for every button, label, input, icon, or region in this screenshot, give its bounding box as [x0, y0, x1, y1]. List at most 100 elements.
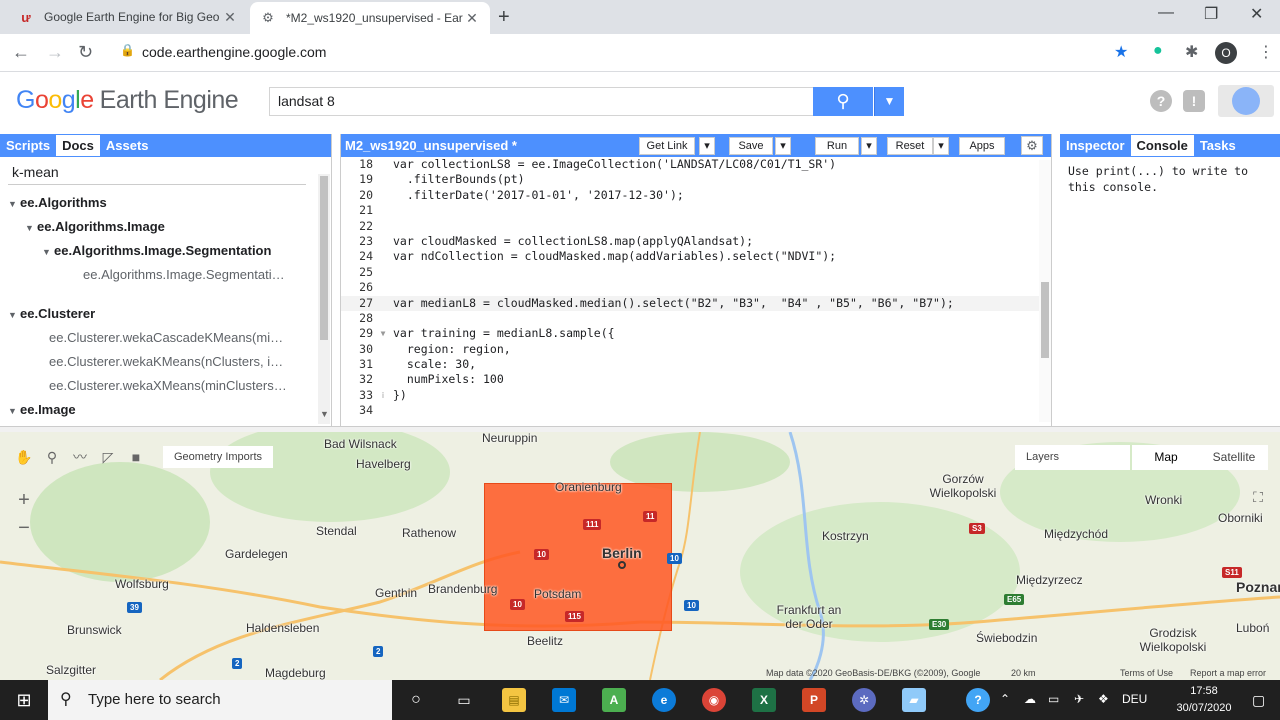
editor-scrollbar[interactable]: [1039, 160, 1051, 422]
code-line[interactable]: 25: [341, 265, 1041, 280]
scroll-thumb[interactable]: [320, 176, 328, 340]
feedback-icon[interactable]: !: [1183, 90, 1205, 112]
minimize-icon[interactable]: —: [1158, 4, 1174, 22]
get-link-button[interactable]: Get Link: [639, 137, 695, 155]
scroll-down-icon[interactable]: ▼: [320, 409, 329, 419]
code-line[interactable]: 22: [341, 219, 1041, 234]
back-icon[interactable]: ←: [12, 42, 30, 63]
menu-dots-icon[interactable]: ⋮: [1258, 42, 1274, 62]
new-tab-button[interactable]: +: [498, 6, 510, 29]
line-draw-icon[interactable]: 〰: [70, 447, 90, 467]
code-line[interactable]: 23 var cloudMasked = collectionLS8.map(ap…: [341, 234, 1041, 249]
lock-icon[interactable]: 🔒: [120, 43, 135, 57]
code-line[interactable]: 31 scale: 30,: [341, 357, 1041, 372]
app-icon[interactable]: ✲: [852, 688, 876, 712]
docs-tree-item[interactable]: ee.Algorithms.Image.Segmentati…: [0, 263, 310, 287]
docs-filter-input[interactable]: k-mean: [8, 161, 306, 185]
code-line[interactable]: 32 numPixels: 100: [341, 372, 1041, 387]
cloud-icon[interactable]: ☁: [1024, 692, 1036, 706]
apps-button[interactable]: Apps: [959, 137, 1005, 155]
bookmark-star-icon[interactable]: ★: [1114, 42, 1128, 62]
file-explorer-icon[interactable]: ▤: [502, 688, 526, 712]
code-line[interactable]: 30 region: region,: [341, 342, 1041, 357]
code-line[interactable]: 33 ⅰ}): [341, 388, 1041, 403]
dropbox-icon[interactable]: ❖: [1098, 692, 1109, 706]
ee-logo[interactable]: Google Earth Engine: [16, 86, 239, 115]
pan-hand-icon[interactable]: ✋: [14, 447, 34, 467]
user-avatar-button[interactable]: [1218, 85, 1274, 117]
point-marker-icon[interactable]: ⚲: [42, 447, 62, 467]
grammarly-icon[interactable]: ●: [1153, 42, 1163, 60]
help-icon[interactable]: ?: [1150, 90, 1172, 112]
get-link-dropdown[interactable]: ▾: [699, 137, 715, 155]
reset-button[interactable]: Reset: [887, 137, 933, 155]
profile-avatar[interactable]: O: [1215, 42, 1237, 64]
docs-tree-item[interactable]: ▼ ee.Algorithms: [0, 191, 310, 215]
tray-up-arrow-icon[interactable]: ⌃: [1000, 692, 1010, 706]
app-icon[interactable]: ▰: [902, 688, 926, 712]
code-area[interactable]: 18 var collectionLS8 = ee.ImageCollection…: [341, 157, 1041, 419]
notifications-icon[interactable]: ▢: [1252, 692, 1265, 709]
code-line[interactable]: 26: [341, 280, 1041, 295]
code-line[interactable]: 19 .filterBounds(pt): [341, 172, 1041, 187]
docs-scrollbar[interactable]: [318, 174, 330, 424]
layers-button[interactable]: Layers: [1015, 445, 1130, 470]
fullscreen-icon[interactable]: ⛶: [1248, 489, 1268, 509]
map-type-map-button[interactable]: Map: [1132, 445, 1200, 470]
network-icon[interactable]: ▭: [1048, 692, 1059, 706]
terms-link[interactable]: Terms of Use: [1120, 668, 1173, 678]
docs-tree-item[interactable]: ee.Clusterer.wekaXMeans(minClusters…: [0, 374, 310, 398]
restore-icon[interactable]: ❐: [1204, 4, 1218, 24]
settings-gear-icon[interactable]: ⚙: [1021, 136, 1043, 155]
search-dropdown-button[interactable]: ▼: [874, 87, 904, 116]
reset-dropdown[interactable]: ▾: [933, 137, 949, 155]
app-icon[interactable]: A: [602, 688, 626, 712]
code-line[interactable]: 18 var collectionLS8 = ee.ImageCollection…: [341, 157, 1041, 172]
task-view-icon[interactable]: ▭: [452, 688, 476, 712]
zoom-out-button[interactable]: −: [12, 517, 36, 541]
docs-tree-item[interactable]: ▼ ee.Clusterer: [0, 302, 310, 326]
extensions-puzzle-icon[interactable]: ✱: [1185, 42, 1198, 62]
system-clock[interactable]: 17:58 30/07/2020: [1168, 683, 1240, 717]
close-tab-icon[interactable]: ✕: [222, 9, 238, 26]
scroll-thumb[interactable]: [1041, 282, 1049, 358]
report-map-error-link[interactable]: Report a map error: [1190, 668, 1266, 678]
forward-icon[interactable]: →: [46, 42, 64, 63]
tab-console[interactable]: Console: [1130, 135, 1194, 156]
run-dropdown[interactable]: ▾: [861, 137, 877, 155]
close-tab-icon[interactable]: ✕: [464, 10, 480, 27]
code-line[interactable]: 34: [341, 403, 1041, 418]
geometry-imports-button[interactable]: Geometry Imports: [163, 446, 273, 468]
browser-tab[interactable]: ư Google Earth Engine for Big Geo ✕: [8, 0, 248, 34]
close-window-icon[interactable]: ✕: [1250, 4, 1263, 24]
run-button[interactable]: Run: [815, 137, 859, 155]
search-button[interactable]: ⚲: [813, 87, 873, 116]
reload-icon[interactable]: ↻: [78, 42, 93, 63]
url-field[interactable]: code.earthengine.google.com: [142, 44, 326, 60]
mail-icon[interactable]: ✉: [552, 688, 576, 712]
tab-docs[interactable]: Docs: [56, 135, 100, 156]
polygon-draw-icon[interactable]: ◸: [98, 447, 118, 467]
code-line[interactable]: 20 .filterDate('2017-01-01', '2017-12-30…: [341, 188, 1041, 203]
tab-tasks[interactable]: Tasks: [1194, 135, 1242, 156]
code-line[interactable]: 27 var medianL8 = cloudMasked.median().se…: [341, 295, 1041, 311]
save-dropdown[interactable]: ▾: [775, 137, 791, 155]
docs-tree-item[interactable]: ee.Clusterer.wekaCascadeKMeans(mi…: [0, 326, 310, 350]
cortana-icon[interactable]: ○: [404, 688, 428, 712]
docs-tree-item[interactable]: ▼ ee.Algorithms.Image: [0, 215, 310, 239]
code-line[interactable]: 24 var ndCollection = cloudMasked.map(add…: [341, 249, 1041, 264]
excel-icon[interactable]: X: [752, 688, 776, 712]
fold-arrow-icon[interactable]: ▼: [377, 326, 389, 341]
zoom-in-button[interactable]: +: [12, 489, 36, 513]
taskbar-search-input[interactable]: ⚲ Type here to search: [48, 680, 392, 720]
places-search-input[interactable]: landsat 8: [269, 87, 815, 116]
tab-scripts[interactable]: Scripts: [0, 135, 56, 156]
browser-tab-active[interactable]: ⚙ *M2_ws1920_unsupervised - Ear ✕: [250, 2, 490, 34]
code-line[interactable]: 21: [341, 203, 1041, 218]
language-indicator[interactable]: DEU: [1122, 692, 1147, 706]
bluetooth-icon[interactable]: ✈: [1074, 692, 1084, 706]
chrome-browser-icon[interactable]: ◉: [702, 688, 726, 712]
edge-browser-icon[interactable]: e: [652, 688, 676, 712]
docs-tree-item[interactable]: ee.Clusterer.wekaKMeans(nClusters, i…: [0, 350, 310, 374]
help-tray-icon[interactable]: ?: [966, 688, 990, 712]
